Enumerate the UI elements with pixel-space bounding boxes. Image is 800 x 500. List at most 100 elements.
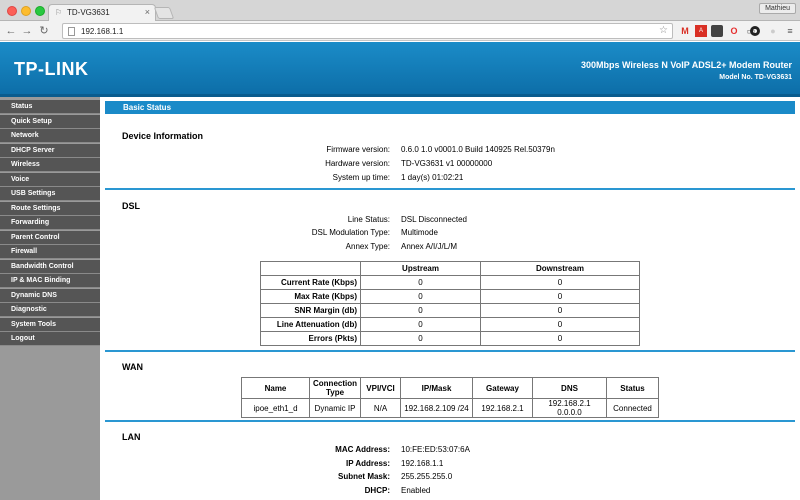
sidebar-item-quick-setup[interactable]: Quick Setup (0, 115, 100, 129)
hardware-value: TD-VG3631 v1 00000000 (401, 159, 493, 168)
divider (105, 420, 795, 422)
back-icon[interactable]: ← (4, 24, 18, 38)
sidebar-item-status[interactable]: Status (0, 100, 100, 114)
table-row: Line Attenuation (db) 0 0 (260, 317, 640, 332)
wan-cell-connection-type: Dynamic IP (309, 398, 361, 418)
sidebar-item-parent-control[interactable]: Parent Control (0, 231, 100, 245)
table-row: Errors (Pkts) 0 0 (260, 331, 640, 346)
sidebar-item-forwarding[interactable]: Forwarding (0, 216, 100, 230)
hardware-label: Hardware version: (325, 159, 390, 168)
router-header: TP-LINK 300Mbps Wireless N VoIP ADSL2+ M… (0, 42, 800, 94)
tab-title: TD-VG3631 (67, 8, 110, 17)
uptime-label: System up time: (332, 173, 390, 182)
upstream-cell: 0 (360, 275, 481, 290)
downstream-cell: 0 (480, 275, 640, 290)
wan-cell-status: Connected (606, 398, 659, 418)
subnet-mask-value: 255.255.255.0 (401, 472, 453, 481)
wan-header-status: Status (606, 377, 659, 399)
extension-dark-icon[interactable] (711, 25, 723, 37)
upstream-cell: 0 (360, 331, 481, 346)
sidebar-item-logout[interactable]: Logout (0, 332, 100, 346)
wan-table: Name Connection Type VPI/VCI IP/Mask Gat… (241, 377, 659, 418)
sidebar-item-system-tools[interactable]: System Tools (0, 318, 100, 332)
sidebar-item-dhcp-server[interactable]: DHCP Server (0, 144, 100, 158)
profile-button[interactable]: Mathieu (759, 3, 796, 14)
downstream-cell: 0 (480, 289, 640, 304)
minimize-window-button[interactable] (21, 6, 31, 16)
sidebar-item-network[interactable]: Network (0, 129, 100, 143)
wan-cell-gateway: 192.168.2.1 (472, 398, 533, 418)
url-text[interactable]: 192.168.1.1 (81, 27, 123, 36)
gmail-extension-icon[interactable]: M (679, 25, 691, 37)
page-icon (68, 27, 75, 36)
sidebar-item-voice[interactable]: Voice (0, 173, 100, 187)
modulation-label: DSL Modulation Type: (311, 228, 390, 237)
mac-value: 10:FE:ED:53:07:6A (401, 445, 470, 454)
sidebar-item-firewall[interactable]: Firewall (0, 245, 100, 259)
extension-circle-icon[interactable]: ● (767, 25, 779, 37)
annex-value: Annex A/I/J/L/M (401, 242, 458, 251)
wan-header-ip-mask: IP/Mask (400, 377, 473, 399)
ip-value: 192.168.1.1 (401, 459, 444, 468)
star-icon[interactable]: ☆ (659, 25, 668, 36)
sidebar-item-usb-settings[interactable]: USB Settings (0, 187, 100, 201)
opera-extension-icon[interactable]: O (728, 25, 740, 37)
tab-close-icon[interactable]: × (145, 7, 150, 17)
mac-label: MAC Address: (335, 445, 390, 454)
dsl-title: DSL (122, 201, 140, 211)
firmware-label: Firmware version: (326, 145, 390, 154)
modulation-value: Multimode (401, 228, 438, 237)
wan-title: WAN (122, 362, 143, 372)
wan-header-connection-type: Connection Type (309, 377, 361, 399)
product-name: 300Mbps Wireless N VoIP ADSL2+ Modem Rou… (580, 60, 792, 70)
browser-toolbar: ← → ↻ 192.168.1.1 ☆ M A O ▭ ● ≡ (0, 21, 800, 41)
upstream-cell: 0 (360, 303, 481, 318)
close-window-button[interactable] (7, 6, 17, 16)
new-tab-button[interactable] (153, 7, 175, 19)
upstream-cell: 0 (360, 289, 481, 304)
divider (105, 188, 795, 190)
table-header-row: Upstream Downstream (260, 261, 640, 276)
dsl-stats-table: Upstream Downstream Current Rate (Kbps) … (260, 261, 640, 346)
sidebar-item-ip-mac-binding[interactable]: IP & MAC Binding (0, 274, 100, 288)
dhcp-label: DHCP: (364, 486, 390, 495)
table-corner-cell (260, 261, 361, 276)
browser-tab[interactable]: ⚐ TD-VG3631 × (48, 4, 156, 21)
device-info-title: Device Information (122, 131, 204, 141)
main-content: Basic Status Device Information Firmware… (100, 97, 800, 500)
wan-cell-ip-mask: 192.168.2.109 /24 (400, 398, 473, 418)
extension-ring-icon[interactable] (750, 26, 760, 36)
line-status-value: DSL Disconnected (401, 215, 467, 224)
downstream-cell: 0 (480, 303, 640, 318)
row-label-cell: Max Rate (Kbps) (260, 289, 361, 304)
sidebar-item-bandwidth-control[interactable]: Bandwidth Control (0, 260, 100, 274)
sidebar-item-dynamic-dns[interactable]: Dynamic DNS (0, 289, 100, 303)
wan-cell-name: ipoe_eth1_d (241, 398, 310, 418)
address-bar[interactable]: 192.168.1.1 ☆ (62, 23, 673, 39)
chrome-menu-icon[interactable]: ≡ (784, 25, 796, 37)
row-label-cell: SNR Margin (db) (260, 303, 361, 318)
extension-red-icon[interactable]: A (695, 25, 707, 37)
sidebar-item-diagnostic[interactable]: Diagnostic (0, 303, 100, 317)
sidebar-item-wireless[interactable]: Wireless (0, 158, 100, 172)
uptime-value: 1 day(s) 01:02:21 (401, 173, 464, 182)
zoom-window-button[interactable] (35, 6, 45, 16)
wan-header-vpi-vci: VPI/VCI (360, 377, 401, 399)
downstream-header: Downstream (480, 261, 640, 276)
sidebar-item-route-settings[interactable]: Route Settings (0, 202, 100, 216)
sidebar-menu: Status Quick Setup Network DHCP Server W… (0, 97, 100, 500)
wan-header-gateway: Gateway (472, 377, 533, 399)
subnet-mask-label: Subnet Mask: (337, 472, 390, 481)
page-title: Basic Status (105, 101, 795, 114)
divider (105, 350, 795, 352)
line-status-label: Line Status: (347, 215, 390, 224)
wan-header-dns: DNS (532, 377, 607, 399)
wan-header-name: Name (241, 377, 310, 399)
annex-label: Annex Type: (345, 242, 390, 251)
table-header-row: Name Connection Type VPI/VCI IP/Mask Gat… (241, 377, 659, 399)
reload-icon[interactable]: ↻ (37, 24, 51, 38)
forward-icon[interactable]: → (20, 24, 34, 38)
table-row: SNR Margin (db) 0 0 (260, 303, 640, 318)
upstream-cell: 0 (360, 317, 481, 332)
row-label-cell: Line Attenuation (db) (260, 317, 361, 332)
